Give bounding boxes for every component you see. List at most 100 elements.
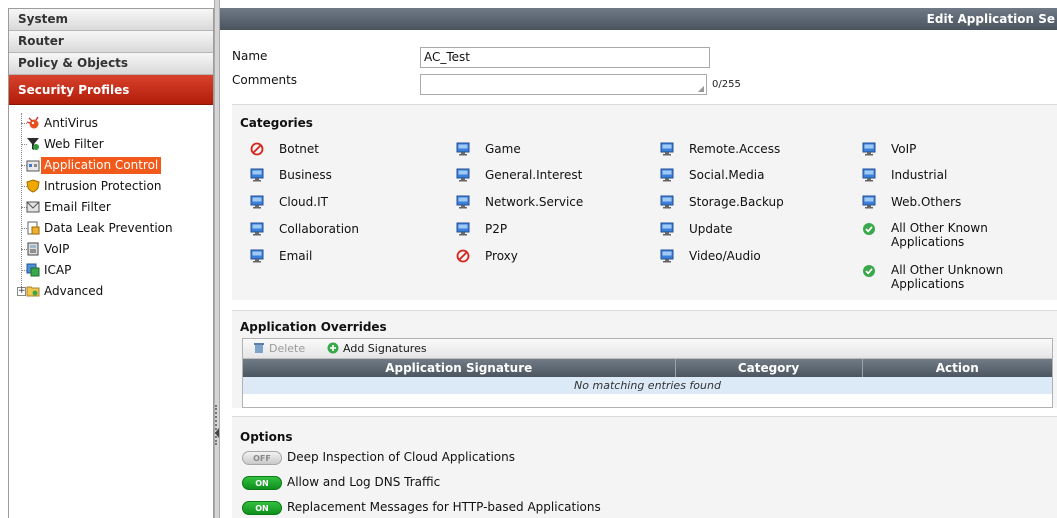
block-icon[interactable] [456,249,470,263]
add-signatures-label: Add Signatures [343,342,427,355]
monitor-icon[interactable] [456,168,470,182]
category-label: Video/Audio [689,249,761,263]
web-filter-icon [27,138,39,150]
add-signatures-button[interactable]: Add Signatures [327,339,427,359]
overrides-list: Delete Add Signatures Application Signat… [242,338,1053,408]
category-label: Business [279,168,332,182]
category-label: Web.Others [891,195,962,209]
category-label: Botnet [279,142,319,156]
category-label-line: Applications [891,277,965,291]
monitor-icon[interactable] [456,222,470,236]
check-circle-icon[interactable] [862,222,876,236]
tree-item-label: Application Control [41,157,162,174]
category-label: All Other Unknown Applications [891,263,1003,291]
options-section: Options OFF Deep Inspection of Cloud App… [232,416,1057,518]
category-label: All Other Known Applications [891,221,988,249]
nav-section-policy-objects[interactable]: Policy & Objects [9,53,213,75]
delete-label: Delete [269,342,306,355]
comments-label: Comments [232,73,298,87]
data-leak-prevention-icon [27,221,40,235]
nav-section-security-profiles[interactable]: Security Profiles [9,75,213,105]
expand-toggle-icon[interactable]: + [17,287,26,296]
monitor-icon[interactable] [456,142,470,156]
categories-title: Categories [240,116,313,130]
options-title: Options [240,430,293,444]
category-label: Email [279,249,313,263]
application-overrides-section: Application Overrides Delete Add Signatu… [232,310,1057,408]
table-header-row: Application Signature Category Action [243,359,1052,377]
monitor-icon[interactable] [660,142,674,156]
tree-item-label: Data Leak Prevention [44,221,173,235]
dns-traffic-toggle[interactable]: ON [242,476,282,490]
check-circle-icon[interactable] [862,264,876,278]
replacement-messages-toggle[interactable]: ON [242,501,282,515]
monitor-icon[interactable] [250,195,264,209]
plus-circle-icon [327,342,339,354]
monitor-icon[interactable] [862,168,876,182]
option-label: Deep Inspection of Cloud Applications [287,450,516,464]
page-title: Edit Application Se [220,8,1057,30]
main-panel: Edit Application Se Name AC_Test Comment… [220,0,1057,518]
tree-item-application-control[interactable]: Application Control [9,155,213,176]
column-header-action[interactable]: Action [862,359,1052,377]
category-label: Storage.Backup [689,195,784,209]
category-label: Collaboration [279,222,359,236]
overrides-toolbar: Delete Add Signatures [243,339,1052,359]
monitor-icon[interactable] [660,249,674,263]
navigation-panel: System Router Policy & Objects Security … [8,8,214,518]
category-label-line: Applications [891,235,965,249]
monitor-icon[interactable] [250,249,264,263]
icap-icon [26,263,40,277]
monitor-icon[interactable] [456,195,470,209]
category-label: Game [485,142,521,156]
category-label-line: All Other Known [891,221,988,235]
tree-item-advanced[interactable]: + Advanced [9,281,213,302]
column-header-category[interactable]: Category [675,359,863,377]
monitor-icon[interactable] [660,168,674,182]
block-icon[interactable] [250,142,264,156]
tree-item-intrusion-protection[interactable]: Intrusion Protection [9,176,213,197]
comments-textarea[interactable]: ◢ [420,74,707,95]
monitor-icon[interactable] [660,195,674,209]
option-label: Allow and Log DNS Traffic [287,475,441,489]
category-label: Network.Service [485,195,584,209]
option-label: Replacement Messages for HTTP-based Appl… [287,500,601,514]
category-label: Industrial [891,168,948,182]
monitor-icon[interactable] [862,142,876,156]
tree-item-icap[interactable]: ICAP [9,260,213,281]
tree-item-label: Intrusion Protection [44,179,162,193]
tree-item-data-leak-prevention[interactable]: Data Leak Prevention [9,218,213,239]
category-label: Update [689,222,733,236]
deep-inspection-toggle[interactable]: OFF [242,451,282,465]
categories-section: Categories Botnet Business Cloud.IT Collabo… [232,104,1057,300]
category-label: Proxy [485,249,518,263]
tree-item-web-filter[interactable]: Web Filter [9,134,213,155]
advanced-folder-icon [26,286,40,297]
security-profiles-tree: AntiVirus Web Filter Application Control… [9,105,213,302]
monitor-icon[interactable] [862,195,876,209]
monitor-icon[interactable] [660,222,674,236]
empty-table-message: No matching entries found [243,377,1052,394]
tree-item-label: VoIP [44,242,70,256]
name-input[interactable]: AC_Test [420,47,710,68]
tree-item-email-filter[interactable]: Email Filter [9,197,213,218]
monitor-icon[interactable] [250,222,264,236]
application-overrides-title: Application Overrides [240,320,387,334]
resize-grip-icon[interactable]: ◢ [698,84,704,93]
application-control-icon [26,160,40,172]
name-label: Name [232,49,268,63]
trash-icon [254,343,264,353]
column-header-application-signature[interactable]: Application Signature [243,359,676,377]
delete-button[interactable]: Delete [253,339,305,359]
nav-section-system[interactable]: System [9,9,213,31]
tree-item-voip[interactable]: VoIP [9,239,213,260]
collapse-arrow-icon[interactable] [215,428,219,438]
tree-item-antivirus[interactable]: AntiVirus [9,113,213,134]
category-label: Cloud.IT [279,195,328,209]
monitor-icon[interactable] [250,168,264,182]
antivirus-icon [26,116,39,129]
category-label: P2P [485,222,508,236]
tree-item-label: Email Filter [44,200,111,214]
voip-icon [27,242,39,256]
nav-section-router[interactable]: Router [9,31,213,53]
